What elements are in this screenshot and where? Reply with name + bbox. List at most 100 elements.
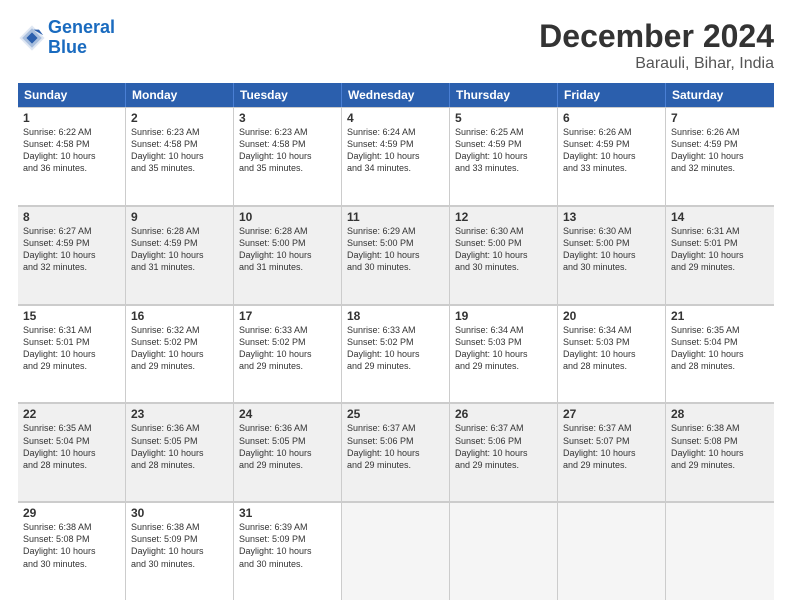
day-number: 17: [239, 309, 336, 323]
logo-text: General Blue: [48, 18, 115, 58]
day-info: Sunrise: 6:35 AM Sunset: 5:04 PM Dayligh…: [671, 324, 769, 373]
day-number: 30: [131, 506, 228, 520]
calendar-day: 14Sunrise: 6:31 AM Sunset: 5:01 PM Dayli…: [666, 206, 774, 304]
day-info: Sunrise: 6:35 AM Sunset: 5:04 PM Dayligh…: [23, 422, 120, 471]
calendar-day: 30Sunrise: 6:38 AM Sunset: 5:09 PM Dayli…: [126, 502, 234, 600]
calendar-day: 19Sunrise: 6:34 AM Sunset: 5:03 PM Dayli…: [450, 305, 558, 403]
calendar-week-row: 1Sunrise: 6:22 AM Sunset: 4:58 PM Daylig…: [18, 107, 774, 206]
day-info: Sunrise: 6:37 AM Sunset: 5:07 PM Dayligh…: [563, 422, 660, 471]
day-info: Sunrise: 6:27 AM Sunset: 4:59 PM Dayligh…: [23, 225, 120, 274]
day-info: Sunrise: 6:38 AM Sunset: 5:09 PM Dayligh…: [131, 521, 228, 570]
calendar-day: 4Sunrise: 6:24 AM Sunset: 4:59 PM Daylig…: [342, 107, 450, 205]
day-number: 3: [239, 111, 336, 125]
day-info: Sunrise: 6:22 AM Sunset: 4:58 PM Dayligh…: [23, 126, 120, 175]
calendar-day: 11Sunrise: 6:29 AM Sunset: 5:00 PM Dayli…: [342, 206, 450, 304]
day-info: Sunrise: 6:29 AM Sunset: 5:00 PM Dayligh…: [347, 225, 444, 274]
day-number: 26: [455, 407, 552, 421]
calendar-day: 23Sunrise: 6:36 AM Sunset: 5:05 PM Dayli…: [126, 403, 234, 501]
header: General Blue December 2024 Barauli, Biha…: [18, 18, 774, 73]
day-number: 21: [671, 309, 769, 323]
day-number: 20: [563, 309, 660, 323]
day-info: Sunrise: 6:36 AM Sunset: 5:05 PM Dayligh…: [239, 422, 336, 471]
day-number: 8: [23, 210, 120, 224]
calendar-day: 27Sunrise: 6:37 AM Sunset: 5:07 PM Dayli…: [558, 403, 666, 501]
day-number: 14: [671, 210, 769, 224]
logo-icon: [18, 24, 46, 52]
day-of-week-header: Saturday: [666, 83, 774, 107]
calendar-day: 15Sunrise: 6:31 AM Sunset: 5:01 PM Dayli…: [18, 305, 126, 403]
day-number: 28: [671, 407, 769, 421]
day-info: Sunrise: 6:26 AM Sunset: 4:59 PM Dayligh…: [671, 126, 769, 175]
day-info: Sunrise: 6:28 AM Sunset: 5:00 PM Dayligh…: [239, 225, 336, 274]
day-number: 23: [131, 407, 228, 421]
day-number: 19: [455, 309, 552, 323]
day-number: 5: [455, 111, 552, 125]
day-number: 2: [131, 111, 228, 125]
day-info: Sunrise: 6:25 AM Sunset: 4:59 PM Dayligh…: [455, 126, 552, 175]
calendar-day: 29Sunrise: 6:38 AM Sunset: 5:08 PM Dayli…: [18, 502, 126, 600]
day-info: Sunrise: 6:30 AM Sunset: 5:00 PM Dayligh…: [455, 225, 552, 274]
day-number: 10: [239, 210, 336, 224]
calendar-day: 28Sunrise: 6:38 AM Sunset: 5:08 PM Dayli…: [666, 403, 774, 501]
day-info: Sunrise: 6:34 AM Sunset: 5:03 PM Dayligh…: [455, 324, 552, 373]
calendar-day: 18Sunrise: 6:33 AM Sunset: 5:02 PM Dayli…: [342, 305, 450, 403]
day-number: 12: [455, 210, 552, 224]
calendar-week-row: 29Sunrise: 6:38 AM Sunset: 5:08 PM Dayli…: [18, 502, 774, 600]
day-info: Sunrise: 6:30 AM Sunset: 5:00 PM Dayligh…: [563, 225, 660, 274]
logo-general: General: [48, 17, 115, 37]
calendar-week-row: 8Sunrise: 6:27 AM Sunset: 4:59 PM Daylig…: [18, 206, 774, 305]
day-info: Sunrise: 6:36 AM Sunset: 5:05 PM Dayligh…: [131, 422, 228, 471]
day-info: Sunrise: 6:31 AM Sunset: 5:01 PM Dayligh…: [23, 324, 120, 373]
day-info: Sunrise: 6:39 AM Sunset: 5:09 PM Dayligh…: [239, 521, 336, 570]
day-info: Sunrise: 6:37 AM Sunset: 5:06 PM Dayligh…: [455, 422, 552, 471]
calendar-day: 6Sunrise: 6:26 AM Sunset: 4:59 PM Daylig…: [558, 107, 666, 205]
day-number: 24: [239, 407, 336, 421]
day-of-week-header: Sunday: [18, 83, 126, 107]
day-info: Sunrise: 6:38 AM Sunset: 5:08 PM Dayligh…: [671, 422, 769, 471]
calendar-day: 1Sunrise: 6:22 AM Sunset: 4:58 PM Daylig…: [18, 107, 126, 205]
calendar-header: SundayMondayTuesdayWednesdayThursdayFrid…: [18, 83, 774, 107]
empty-cell: [558, 502, 666, 600]
day-number: 7: [671, 111, 769, 125]
calendar-day: 24Sunrise: 6:36 AM Sunset: 5:05 PM Dayli…: [234, 403, 342, 501]
day-info: Sunrise: 6:33 AM Sunset: 5:02 PM Dayligh…: [347, 324, 444, 373]
day-info: Sunrise: 6:26 AM Sunset: 4:59 PM Dayligh…: [563, 126, 660, 175]
day-number: 27: [563, 407, 660, 421]
calendar-day: 22Sunrise: 6:35 AM Sunset: 5:04 PM Dayli…: [18, 403, 126, 501]
day-number: 15: [23, 309, 120, 323]
empty-cell: [450, 502, 558, 600]
logo-blue: Blue: [48, 38, 115, 58]
day-number: 18: [347, 309, 444, 323]
day-number: 31: [239, 506, 336, 520]
calendar-day: 12Sunrise: 6:30 AM Sunset: 5:00 PM Dayli…: [450, 206, 558, 304]
calendar-day: 9Sunrise: 6:28 AM Sunset: 4:59 PM Daylig…: [126, 206, 234, 304]
title-block: December 2024 Barauli, Bihar, India: [539, 18, 774, 73]
calendar-day: 16Sunrise: 6:32 AM Sunset: 5:02 PM Dayli…: [126, 305, 234, 403]
day-of-week-header: Tuesday: [234, 83, 342, 107]
day-number: 13: [563, 210, 660, 224]
calendar-day: 21Sunrise: 6:35 AM Sunset: 5:04 PM Dayli…: [666, 305, 774, 403]
day-of-week-header: Monday: [126, 83, 234, 107]
day-info: Sunrise: 6:24 AM Sunset: 4:59 PM Dayligh…: [347, 126, 444, 175]
calendar-day: 7Sunrise: 6:26 AM Sunset: 4:59 PM Daylig…: [666, 107, 774, 205]
calendar-day: 25Sunrise: 6:37 AM Sunset: 5:06 PM Dayli…: [342, 403, 450, 501]
day-info: Sunrise: 6:23 AM Sunset: 4:58 PM Dayligh…: [239, 126, 336, 175]
location-title: Barauli, Bihar, India: [539, 55, 774, 73]
day-of-week-header: Thursday: [450, 83, 558, 107]
empty-cell: [342, 502, 450, 600]
calendar-day: 10Sunrise: 6:28 AM Sunset: 5:00 PM Dayli…: [234, 206, 342, 304]
calendar-day: 13Sunrise: 6:30 AM Sunset: 5:00 PM Dayli…: [558, 206, 666, 304]
empty-cell: [666, 502, 774, 600]
day-number: 22: [23, 407, 120, 421]
day-of-week-header: Wednesday: [342, 83, 450, 107]
day-number: 9: [131, 210, 228, 224]
day-number: 6: [563, 111, 660, 125]
month-title: December 2024: [539, 18, 774, 55]
day-info: Sunrise: 6:33 AM Sunset: 5:02 PM Dayligh…: [239, 324, 336, 373]
calendar-day: 5Sunrise: 6:25 AM Sunset: 4:59 PM Daylig…: [450, 107, 558, 205]
day-number: 25: [347, 407, 444, 421]
day-info: Sunrise: 6:32 AM Sunset: 5:02 PM Dayligh…: [131, 324, 228, 373]
day-info: Sunrise: 6:37 AM Sunset: 5:06 PM Dayligh…: [347, 422, 444, 471]
calendar-body: 1Sunrise: 6:22 AM Sunset: 4:58 PM Daylig…: [18, 107, 774, 600]
day-number: 16: [131, 309, 228, 323]
